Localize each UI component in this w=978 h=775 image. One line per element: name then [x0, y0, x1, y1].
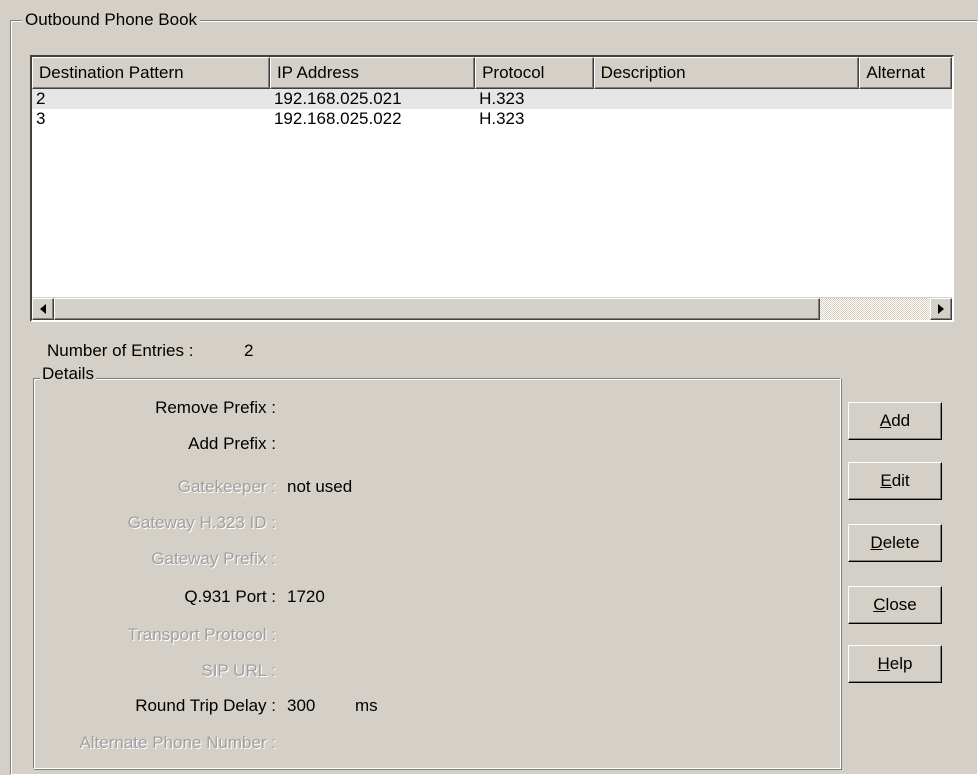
- scroll-left-button[interactable]: [32, 298, 54, 320]
- round-trip-delay-label: Round Trip Delay :: [135, 696, 276, 715]
- close-mnemonic: C: [873, 595, 886, 614]
- round-trip-delay-unit: ms: [355, 696, 378, 715]
- list-header: Destination Pattern IP Address Protocol …: [32, 57, 952, 89]
- help-label: elp: [889, 654, 913, 673]
- round-trip-delay-value: 300: [287, 696, 316, 715]
- gateway-h323-id-label: Gateway H.323 ID :: [127, 513, 276, 532]
- table-row[interactable]: 3 192.168.025.022 H.323: [32, 109, 952, 129]
- add-label: dd: [891, 411, 911, 430]
- column-header-ip-address[interactable]: IP Address: [269, 57, 476, 89]
- entries-count: 2: [244, 341, 254, 360]
- column-header-protocol[interactable]: Protocol: [475, 57, 594, 89]
- help-button[interactable]: Help: [848, 645, 942, 683]
- alternate-phone-number-label: Alternate Phone Number :: [79, 733, 276, 752]
- ip-address-cell: 192.168.025.022: [273, 109, 402, 128]
- gateway-prefix-label: Gateway Prefix :: [151, 549, 276, 568]
- transport-protocol-label: Transport Protocol :: [127, 625, 276, 644]
- scroll-right-button[interactable]: [930, 298, 952, 320]
- close-button[interactable]: Close: [848, 586, 942, 624]
- delete-button[interactable]: Delete: [848, 524, 942, 562]
- arrow-left-icon: [40, 304, 46, 314]
- alternate-cell: [859, 89, 952, 109]
- column-header-destination-pattern[interactable]: Destination Pattern: [32, 57, 270, 89]
- destination-pattern-cell: 2: [36, 89, 46, 108]
- entries-label: Number of Entries :: [47, 341, 194, 360]
- scrollbar-thumb[interactable]: [54, 298, 820, 320]
- delete-label: elete: [882, 533, 920, 552]
- alternate-cell: [859, 109, 952, 129]
- column-header-description[interactable]: Description: [593, 57, 860, 89]
- q931-port-value: 1720: [287, 587, 325, 606]
- gatekeeper-label: Gatekeeper :: [177, 477, 276, 496]
- remove-prefix-label: Remove Prefix :: [155, 398, 276, 417]
- q931-port-label: Q.931 Port :: [184, 587, 276, 606]
- details-title: Details: [40, 364, 96, 384]
- edit-mnemonic: E: [880, 471, 892, 490]
- sip-url-label: SIP URL :: [201, 661, 276, 680]
- outbound-phone-book-title: Outbound Phone Book: [22, 10, 201, 30]
- delete-mnemonic: D: [870, 533, 883, 552]
- ip-address-cell: 192.168.025.021: [273, 89, 402, 108]
- add-prefix-label: Add Prefix :: [188, 434, 276, 453]
- column-header-alternate[interactable]: Alternat: [859, 57, 952, 89]
- edit-label: dit: [891, 471, 910, 490]
- table-row[interactable]: 2 192.168.025.021 H.323: [32, 89, 952, 109]
- protocol-cell: H.323: [479, 89, 525, 108]
- phone-book-list[interactable]: Destination Pattern IP Address Protocol …: [30, 55, 954, 322]
- edit-button[interactable]: Edit: [848, 462, 942, 500]
- add-button[interactable]: Add: [848, 402, 942, 440]
- gatekeeper-value: not used: [287, 477, 353, 496]
- horizontal-scrollbar[interactable]: [32, 297, 952, 320]
- description-cell: [594, 109, 860, 129]
- description-cell: [594, 89, 860, 109]
- add-mnemonic: A: [879, 411, 892, 430]
- protocol-cell: H.323: [479, 109, 525, 128]
- scrollbar-track[interactable]: [820, 298, 930, 320]
- help-mnemonic: H: [877, 654, 890, 673]
- destination-pattern-cell: 3: [36, 109, 46, 128]
- close-label: lose: [885, 595, 917, 614]
- arrow-right-icon: [938, 304, 944, 314]
